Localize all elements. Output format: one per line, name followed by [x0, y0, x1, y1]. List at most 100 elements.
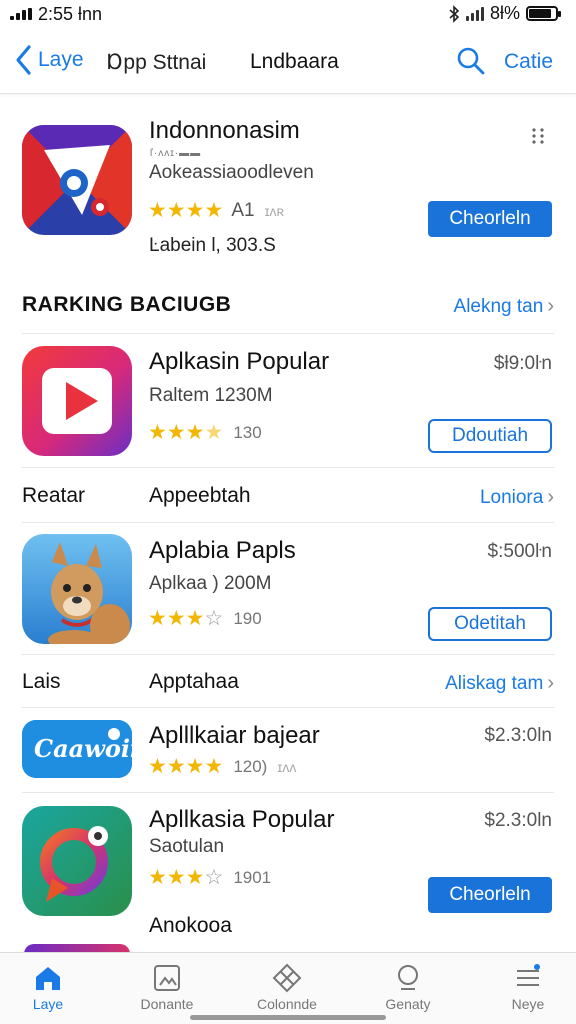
- app3-rating: ★★★★ 120) ɪʌʌ: [148, 756, 296, 778]
- back-label: Laye: [38, 48, 84, 71]
- star-icon: ★: [204, 199, 224, 222]
- tab-bar: Laye Donante Colonnde Genaty Neye: [0, 952, 576, 1024]
- app2-icon[interactable]: [22, 534, 132, 644]
- tab-menu[interactable]: Neye: [480, 963, 576, 1012]
- row2-label: Lais: [22, 670, 61, 693]
- star-rating-icons: ★★★☆: [148, 608, 223, 630]
- star-icon: ★: [204, 421, 224, 444]
- section-see-all-link[interactable]: Alekng tan ›: [454, 295, 554, 318]
- row2-middle: Apptahaa: [149, 670, 239, 693]
- featured-meta: Ŀabein Ɩ, 303.S: [149, 235, 276, 256]
- cellular-signal-icon: [10, 8, 32, 20]
- app4-icon[interactable]: [22, 806, 132, 916]
- star-icon: ★: [204, 755, 224, 778]
- tab-home[interactable]: Laye: [0, 963, 96, 1012]
- app3-rating-extra: ɪʌʌ: [277, 759, 297, 775]
- featured-get-button[interactable]: Cheorleln: [428, 201, 552, 237]
- search-icon[interactable]: [456, 46, 486, 76]
- row1-middle: Appeebtah: [149, 484, 251, 507]
- divider: [22, 333, 554, 334]
- app3-icon-text: Caawoii: [34, 734, 132, 763]
- image-icon: [154, 965, 180, 991]
- star-icon: ★: [148, 755, 167, 778]
- app4-rating-count: 1901: [233, 868, 272, 887]
- tab-label: Neye: [511, 996, 545, 1012]
- app2-title: Aplabia Papls: [149, 537, 296, 564]
- divider: [22, 522, 554, 523]
- star-rating-icons: ★★★★: [148, 422, 223, 444]
- star-icon: ★: [148, 199, 167, 222]
- divider: [22, 654, 554, 655]
- nav-bar: Laye Ɒpp Sttnai Lndbaara Catie: [0, 30, 576, 94]
- section-title: RARKING BACIUGB: [22, 293, 232, 316]
- more-options-icon[interactable]: [528, 126, 548, 146]
- star-rating-icons: ★★★★: [148, 200, 223, 222]
- app3-price: $2.3:0ln: [484, 725, 552, 746]
- row1-link[interactable]: Loniora ›: [480, 486, 554, 509]
- star-rating-icons: ★★★★: [148, 756, 223, 778]
- app3-rating-count: 120): [233, 757, 268, 776]
- battery-icon: [526, 6, 561, 21]
- star-icon: ★: [148, 866, 167, 889]
- battery-percent: 8ƚ%: [489, 3, 520, 23]
- app3-title: Aplllkaiar bajear: [149, 722, 320, 749]
- star-icon: ★: [185, 866, 205, 889]
- chevron-right-icon: ›: [547, 486, 554, 508]
- row2-link-label: Aliskag tam: [445, 672, 544, 694]
- featured-rating: ★★★★ A1 ɪʌʀ: [148, 200, 284, 222]
- app1-subtitle: Raltem 1230M: [149, 385, 273, 406]
- tab-search[interactable]: Genaty: [360, 963, 456, 1012]
- back-button[interactable]: Laye: [14, 44, 84, 76]
- featured-title: Indonnonasim: [149, 117, 300, 144]
- star-icon: ★: [148, 607, 167, 630]
- app2-rating: ★★★☆ 190: [148, 608, 262, 630]
- star-icon: ★: [166, 866, 186, 889]
- signal-icon: [465, 6, 484, 21]
- tab-label: Laye: [32, 996, 64, 1012]
- segment-label[interactable]: Ɒpp Sttnai: [107, 50, 206, 75]
- app2-get-button[interactable]: Odetitah: [428, 607, 552, 641]
- chevron-right-icon: ›: [547, 672, 554, 694]
- tab-label: Colonnde: [257, 996, 317, 1012]
- app1-get-button[interactable]: Ddoutiah: [428, 419, 552, 453]
- row2-link[interactable]: Aliskag tam ›: [445, 672, 554, 695]
- app3-icon[interactable]: Caawoii: [22, 720, 132, 778]
- star-icon: ☆: [204, 607, 224, 630]
- star-icon: ☆: [204, 866, 224, 889]
- divider: [22, 467, 554, 468]
- bluetooth-icon: [449, 4, 460, 23]
- star-rating-icons: ★★★☆: [148, 867, 223, 889]
- star-icon: ★: [166, 607, 186, 630]
- app1-title: Aplkasin Popular: [149, 348, 330, 375]
- app4-subtitle: Saotulan: [149, 836, 225, 857]
- featured-developer-line: ľ·ʌʌɪ·▬▬: [150, 148, 202, 159]
- star-icon: ★: [185, 607, 205, 630]
- row1-link-label: Loniora: [479, 486, 544, 508]
- app2-price: $:500ŀn: [487, 541, 552, 562]
- tab-3[interactable]: Colonnde: [239, 963, 335, 1012]
- app2-rating-count: 190: [233, 609, 262, 628]
- featured-app-icon[interactable]: [22, 125, 132, 235]
- star-icon: ★: [148, 421, 167, 444]
- star-icon: ★: [185, 199, 205, 222]
- box-x-icon: [272, 963, 302, 993]
- app4-get-button[interactable]: Cheorleln: [428, 877, 552, 913]
- nav-action-button[interactable]: Catie: [504, 50, 553, 74]
- star-icon: ★: [185, 421, 205, 444]
- section-link-label: Alekng tan: [453, 295, 544, 317]
- app4-rating: ★★★☆ 1901: [148, 867, 271, 889]
- featured-subtitle: Aokeassiaoodleven: [149, 162, 314, 183]
- menu-icon: [517, 964, 540, 986]
- page-title: Lndbaara: [250, 50, 339, 73]
- app1-rating-count: 130: [233, 423, 262, 442]
- chevron-left-icon: [16, 45, 31, 75]
- app2-subtitle: Aplkaa ) 200M: [149, 573, 272, 594]
- tab-2[interactable]: Donante: [119, 963, 215, 1012]
- app4-footer-label: Anokooa: [149, 914, 232, 937]
- app1-icon[interactable]: [22, 346, 132, 456]
- divider: [22, 707, 554, 708]
- star-icon: ★: [166, 421, 186, 444]
- tab-label: Genaty: [385, 996, 431, 1012]
- home-indicator: [190, 1015, 386, 1020]
- search-icon: [398, 965, 418, 990]
